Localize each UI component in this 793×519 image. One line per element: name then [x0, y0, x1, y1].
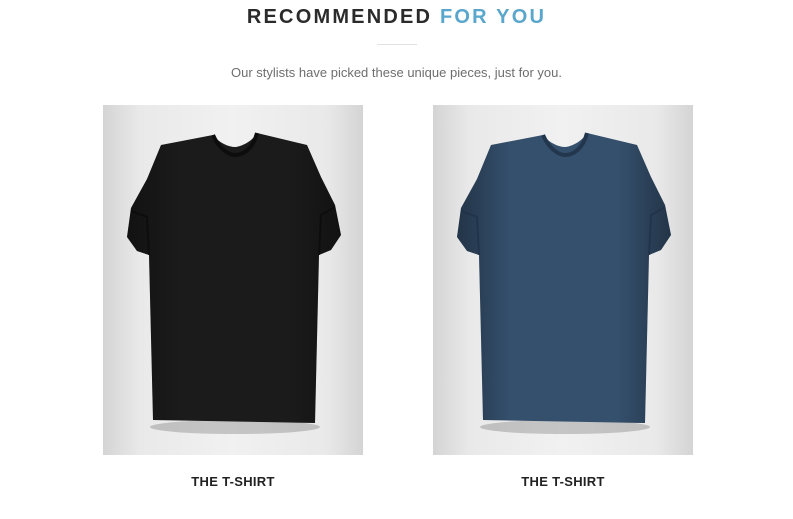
product-title-1[interactable]: THE T-SHIRT — [103, 474, 363, 490]
navy-tshirt-photo-icon — [457, 132, 671, 434]
title-divider — [377, 44, 417, 45]
section-title-main: RECOMMENDED — [246, 6, 433, 28]
product-card-1[interactable]: THE T-SHIRT — [103, 105, 363, 490]
product-title-2[interactable]: THE T-SHIRT — [433, 474, 693, 490]
black-tshirt-photo-icon — [127, 132, 341, 434]
section-subtitle: Our stylists have picked these unique pi… — [231, 65, 562, 80]
product-card-2[interactable]: THE T-SHIRT — [433, 105, 693, 490]
recommended-section: RECOMMENDED FOR YOU Our stylists have pi… — [0, 0, 793, 519]
product-image-1[interactable] — [103, 105, 363, 455]
section-title-accent: FOR YOU — [439, 6, 547, 28]
section-title: RECOMMENDED FOR YOU — [0, 4, 793, 30]
product-image-2[interactable] — [433, 105, 693, 455]
